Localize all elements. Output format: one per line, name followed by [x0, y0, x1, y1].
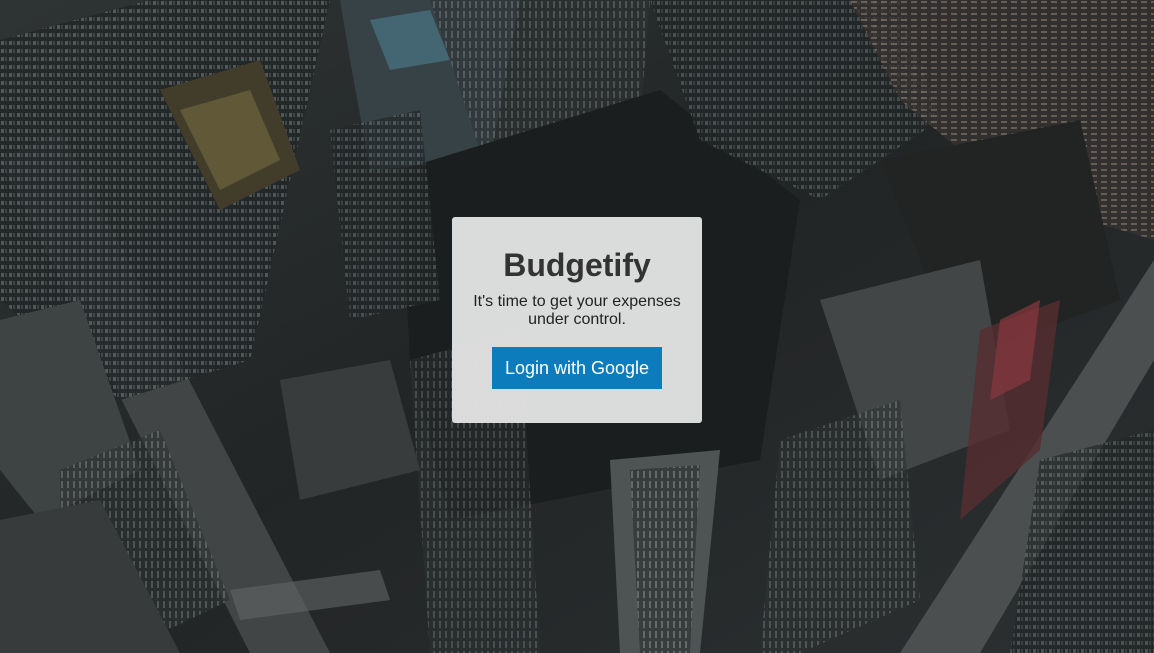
- app-subtitle: It's time to get your expenses under con…: [473, 293, 681, 328]
- login-card: Budgetify It's time to get your expenses…: [452, 217, 702, 423]
- login-with-google-button[interactable]: Login with Google: [492, 347, 662, 389]
- app-title: Budgetify: [503, 247, 651, 283]
